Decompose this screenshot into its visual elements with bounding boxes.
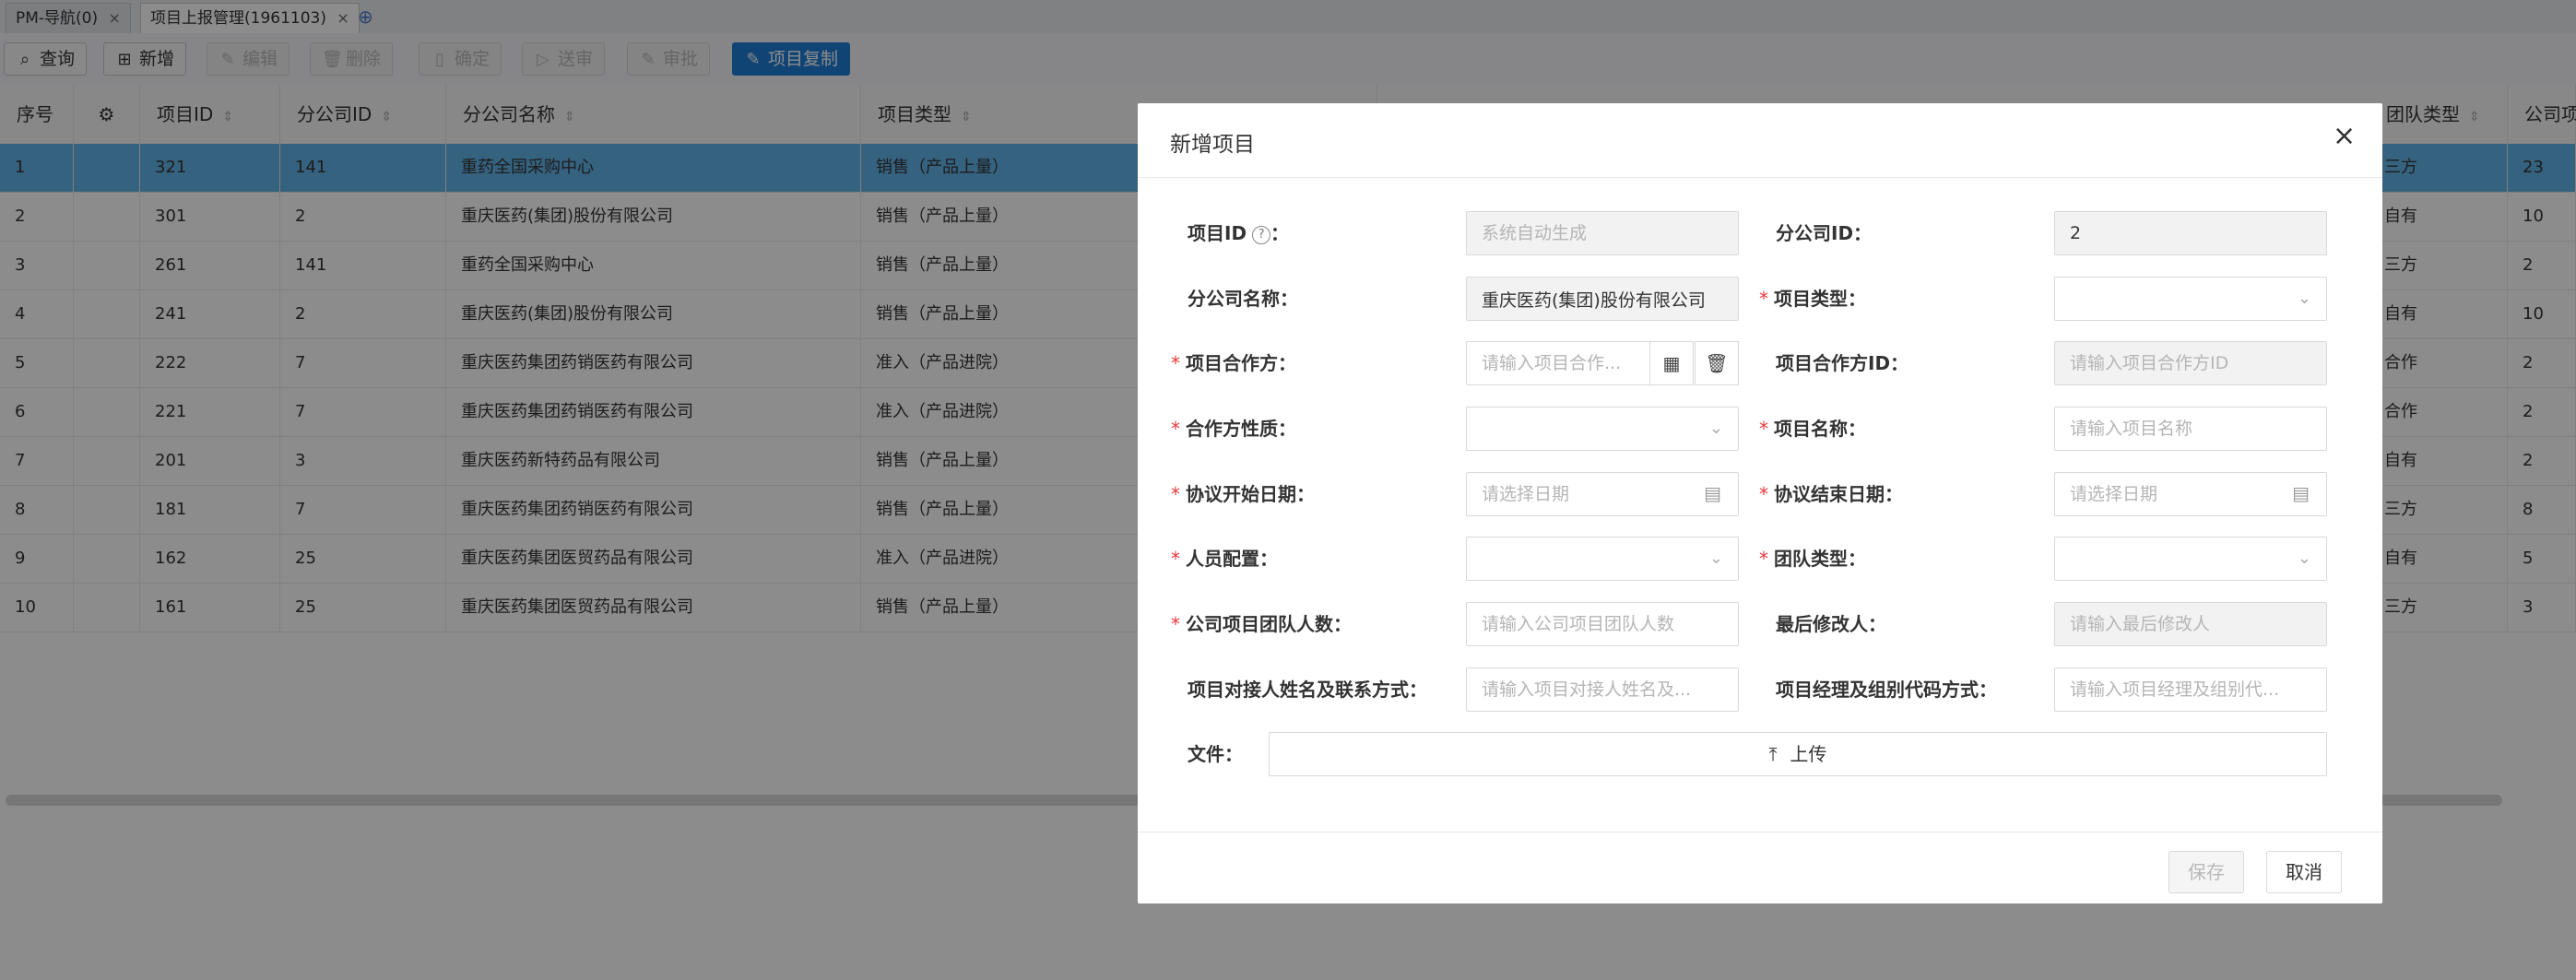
contact-input[interactable] [1466, 667, 1739, 712]
partner-id-label: 项目合作方ID： [1776, 352, 1909, 374]
last-modifier-field[interactable] [2054, 602, 2327, 646]
team-type-select[interactable]: ⌄ [2054, 537, 2327, 581]
partner-nature-label: * 合作方性质： [1171, 418, 1296, 440]
form-row: *公司项目团队人数： 最后修改人： [1138, 602, 2382, 646]
form-row: * 人员配置： ⌄ * 团队类型： ⌄ [1138, 537, 2382, 581]
help-icon[interactable]: ? [1252, 225, 1271, 244]
project-id-label: 项目ID?： [1188, 222, 1290, 244]
form-row: * 协议开始日期： 请选择日期 ▤ * 协议结束日期： 请选择日期 ▤ [1138, 472, 2382, 516]
save-button[interactable]: 保存 [2168, 851, 2244, 893]
form-row: 项目对接人姓名及联系方式： 项目经理及组别代码方式： [1138, 667, 2382, 712]
end-date-picker[interactable]: 请选择日期 ▤ [2054, 472, 2327, 516]
branch-name-label: 分公司名称： [1188, 288, 1298, 310]
partner-input[interactable] [1466, 341, 1650, 385]
start-date-placeholder: 请选择日期 [1482, 484, 1570, 504]
chevron-down-icon: ⌄ [1708, 549, 1723, 568]
dialog-title: 新增项目 [1170, 133, 1255, 157]
staffing-label: * 人员配置： [1171, 548, 1278, 570]
chevron-down-icon: ⌄ [2297, 549, 2311, 568]
partner-nature-select[interactable]: ⌄ [1466, 407, 1739, 451]
project-name-label: * 项目名称： [1759, 418, 1866, 440]
branch-name-field[interactable] [1466, 277, 1739, 321]
upload-label: 上传 [1790, 743, 1827, 765]
project-type-label: * 项目类型： [1759, 288, 1866, 310]
form-row: 文件： ⤒ 上传 [1138, 732, 2382, 776]
team-count-input[interactable] [1466, 602, 1739, 646]
file-label: 文件： [1188, 743, 1243, 765]
dialog-footer: 保存 取消 [1138, 832, 2382, 904]
start-date-picker[interactable]: 请选择日期 ▤ [1466, 472, 1739, 516]
calendar-icon: ▤ [2292, 482, 2310, 504]
team-count-label: * 公司项目团队人数： [1171, 613, 1352, 635]
chevron-down-icon: ⌄ [1708, 419, 1723, 438]
upload-icon: ⤒ [1768, 743, 1778, 765]
contact-label: 项目对接人姓名及联系方式： [1188, 679, 1427, 701]
form-row: 项目ID?： 分公司ID： [1138, 211, 2382, 255]
table-grid-icon[interactable]: ▦ [1649, 341, 1694, 385]
start-date-label: * 协议开始日期： [1171, 483, 1315, 505]
staffing-select[interactable]: ⌄ [1466, 537, 1739, 581]
project-type-select[interactable]: ⌄ [2054, 277, 2327, 321]
add-project-dialog: 新增项目 × 项目ID?： 分公司ID： 分公司名称： *项目类型： ⌄ *项目… [1138, 103, 2382, 903]
dialog-header: 新增项目 × [1138, 103, 2382, 178]
partner-label: * 项目合作方： [1171, 352, 1296, 374]
team-type-label: * 团队类型： [1759, 548, 1866, 570]
cancel-button[interactable]: 取消 [2266, 851, 2342, 893]
branch-id-label: 分公司ID： [1776, 222, 1873, 244]
close-icon[interactable]: × [2333, 122, 2356, 151]
chevron-down-icon: ⌄ [2297, 289, 2311, 308]
form-row: 分公司名称： *项目类型： ⌄ [1138, 277, 2382, 321]
form-row: *项目合作方： ▦ 🗑 项目合作方ID： [1138, 341, 2382, 385]
form-row: * 合作方性质： ⌄ * 项目名称： [1138, 407, 2382, 451]
trash-icon[interactable]: 🗑 [1695, 341, 1739, 385]
project-name-input[interactable] [2054, 407, 2327, 451]
partner-id-field[interactable] [2054, 341, 2327, 385]
last-modifier-label: 最后修改人： [1776, 613, 1886, 635]
branch-id-field[interactable] [2054, 211, 2327, 255]
project-id-field[interactable] [1466, 211, 1739, 255]
end-date-label: * 协议结束日期： [1759, 483, 1903, 505]
upload-button[interactable]: ⤒ 上传 [1269, 732, 2327, 776]
manager-label: 项目经理及组别代码方式： [1776, 679, 1997, 701]
calendar-icon: ▤ [1704, 482, 1721, 504]
manager-input[interactable] [2054, 667, 2327, 712]
end-date-placeholder: 请选择日期 [2070, 484, 2158, 504]
